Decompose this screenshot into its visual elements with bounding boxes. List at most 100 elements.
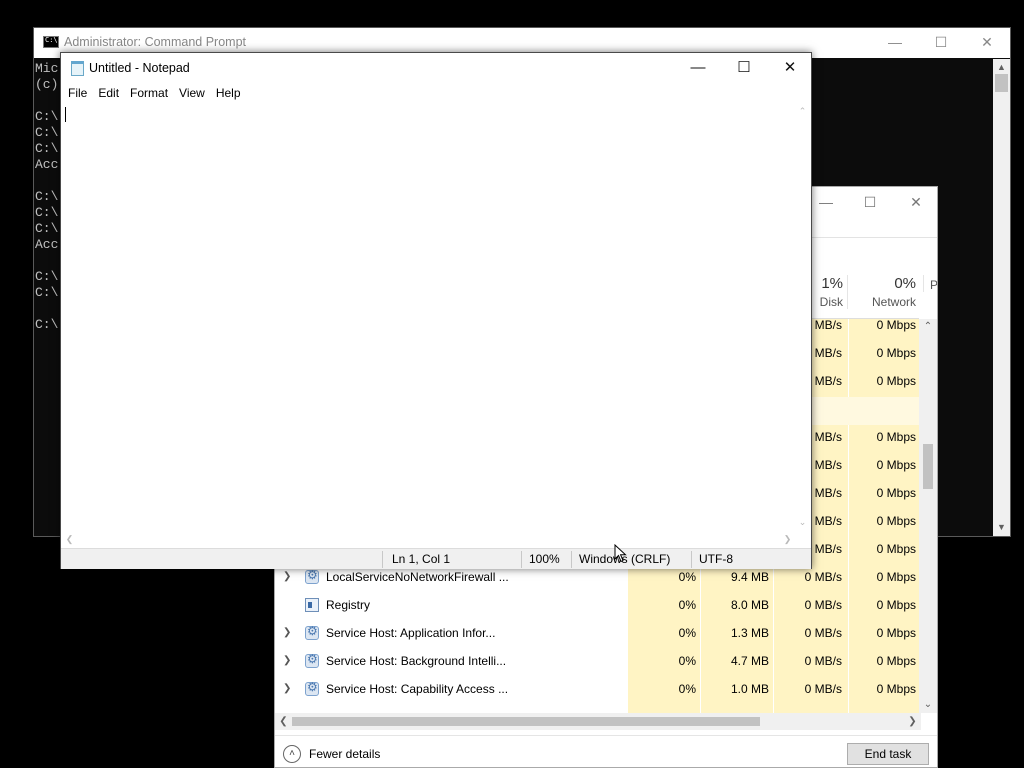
fewer-details-button[interactable]: ˄ Fewer details xyxy=(283,745,380,763)
cmd-app-icon xyxy=(43,36,59,48)
memory-value: 1.0 MB xyxy=(730,682,769,696)
gear-icon xyxy=(305,624,319,640)
chevron-right-icon[interactable]: ❯ xyxy=(283,675,291,703)
network-value: 0 Mbps xyxy=(876,486,916,500)
network-label: Network xyxy=(871,295,916,309)
scroll-down-icon[interactable]: ⌄ xyxy=(794,514,811,531)
encoding: UTF-8 xyxy=(699,552,733,566)
scrollbar-thumb[interactable] xyxy=(995,74,1008,92)
network-value xyxy=(849,395,916,423)
network-value: 0 Mbps xyxy=(876,542,916,556)
network-value: 0 Mbps xyxy=(876,598,916,612)
network-column-header[interactable]: 0% Network xyxy=(847,275,916,309)
fewer-details-label: Fewer details xyxy=(309,747,381,761)
minimize-icon[interactable]: — xyxy=(675,53,721,83)
menu-format[interactable]: Format xyxy=(125,83,173,103)
notepad-titlebar[interactable]: Untitled - Notepad — ☐ ✕ xyxy=(61,53,811,83)
network-percent: 0% xyxy=(894,275,916,292)
table-row[interactable]: ❯ Service Host: Capability Access ... 0% 1.… xyxy=(275,675,919,703)
disk-value: 0 MB/s xyxy=(804,654,842,668)
notepad-vertical-scrollbar[interactable]: ⌃ ⌄ xyxy=(794,103,811,531)
menu-view[interactable]: View xyxy=(174,83,210,103)
process-name: Registry xyxy=(326,598,371,612)
memory-value: 1.3 MB xyxy=(730,626,769,640)
network-value: 0 Mbps xyxy=(876,430,916,444)
chevron-right-icon[interactable]: ❯ xyxy=(283,619,291,647)
network-value: 0 Mbps xyxy=(876,626,916,640)
network-value: 0 Mbps xyxy=(876,458,916,472)
menu-help[interactable]: Help xyxy=(211,83,246,103)
network-value: 0 Mbps xyxy=(876,346,916,360)
power-label: P xyxy=(930,278,938,292)
scroll-up-icon[interactable]: ⌃ xyxy=(794,103,811,120)
gear-icon xyxy=(305,680,319,696)
table-row[interactable]: ❯ Service Host: Application Infor... 0% 1.3… xyxy=(275,619,919,647)
text-editor[interactable] xyxy=(61,103,794,531)
notepad-app-icon xyxy=(71,61,84,76)
network-value: 0 Mbps xyxy=(876,570,916,584)
table-row[interactable]: Registry 0% 8.0 MB 0 MB/s 0 Mbps xyxy=(275,591,919,619)
cpu-value: 0% xyxy=(678,654,696,668)
disk-value: 0 MB/s xyxy=(804,682,842,696)
cursor-position: Ln 1, Col 1 xyxy=(392,552,451,566)
status-divider xyxy=(571,551,572,568)
chevron-right-icon[interactable]: ❯ xyxy=(283,647,291,675)
disk-value: 0 MB/s xyxy=(804,626,842,640)
process-name: Service Host: Capability Access ... xyxy=(326,682,509,696)
network-value: 0 Mbps xyxy=(876,318,916,332)
cpu-value: 0% xyxy=(678,598,696,612)
network-value: 0 Mbps xyxy=(876,374,916,388)
memory-value: 8.0 MB xyxy=(730,598,769,612)
status-divider xyxy=(691,551,692,568)
status-divider xyxy=(521,551,522,568)
process-name: Service Host: Application Infor... xyxy=(326,626,496,640)
cmd-vertical-scrollbar[interactable]: ▲ ▼ xyxy=(993,59,1010,536)
scrollbar-thumb[interactable] xyxy=(923,444,933,489)
scroll-left-icon[interactable]: ❮ xyxy=(61,531,78,548)
gear-icon xyxy=(305,652,319,668)
close-icon[interactable]: ✕ xyxy=(893,187,937,217)
status-bar: Ln 1, Col 1 100% Windows (CRLF) UTF-8 xyxy=(61,548,811,569)
zoom-level: 100% xyxy=(529,552,560,566)
scroll-right-icon[interactable]: ❯ xyxy=(904,713,921,730)
power-column-header[interactable]: P xyxy=(923,275,937,292)
disk-value: 0 MB/s xyxy=(804,598,842,612)
notepad-window[interactable]: Untitled - Notepad — ☐ ✕ File Edit Forma… xyxy=(60,52,812,569)
cpu-value: 0% xyxy=(678,626,696,640)
network-value: 0 Mbps xyxy=(876,682,916,696)
status-divider xyxy=(382,551,383,568)
scroll-up-icon[interactable]: ⌃ xyxy=(919,319,937,335)
scroll-down-icon[interactable]: ⌄ xyxy=(919,697,937,713)
minimize-icon[interactable]: — xyxy=(872,28,918,58)
maximize-icon[interactable]: ☐ xyxy=(847,187,893,217)
notepad-title: Untitled - Notepad xyxy=(89,61,190,75)
menu-file[interactable]: File xyxy=(63,83,92,103)
notepad-horizontal-scrollbar[interactable]: ❮ ❯ xyxy=(61,531,796,548)
mouse-pointer-icon xyxy=(614,544,627,563)
tm-vertical-scrollbar[interactable]: ⌃ ⌄ xyxy=(919,319,937,713)
menu-edit[interactable]: Edit xyxy=(93,83,124,103)
memory-value: 4.7 MB xyxy=(730,654,769,668)
chevron-up-icon: ˄ xyxy=(283,745,301,763)
maximize-icon[interactable]: ☐ xyxy=(721,53,767,83)
scroll-left-icon[interactable]: ❮ xyxy=(275,713,292,730)
network-value: 0 Mbps xyxy=(876,514,916,528)
scroll-right-icon[interactable]: ❯ xyxy=(779,531,796,548)
close-icon[interactable]: ✕ xyxy=(767,53,813,83)
network-value: 0 Mbps xyxy=(876,654,916,668)
text-caret xyxy=(65,107,66,122)
process-name: Service Host: Background Intelli... xyxy=(326,654,507,668)
registry-icon xyxy=(305,598,319,612)
maximize-icon[interactable]: ☐ xyxy=(918,28,964,58)
table-row[interactable]: ❯ Service Host: Background Intelli... 0% 4.… xyxy=(275,647,919,675)
scroll-down-icon[interactable]: ▼ xyxy=(993,519,1010,536)
cpu-value: 0% xyxy=(678,682,696,696)
menu-bar: File Edit Format View Help xyxy=(61,83,811,103)
tm-horizontal-scrollbar[interactable]: ❮ ❯ xyxy=(275,713,921,730)
tm-footer: ˄ Fewer details End task xyxy=(275,735,937,767)
gear-icon xyxy=(305,568,319,584)
end-task-button[interactable]: End task xyxy=(847,743,929,765)
scrollbar-thumb[interactable] xyxy=(292,717,760,726)
close-icon[interactable]: ✕ xyxy=(964,28,1010,58)
cmd-title: Administrator: Command Prompt xyxy=(64,35,247,49)
